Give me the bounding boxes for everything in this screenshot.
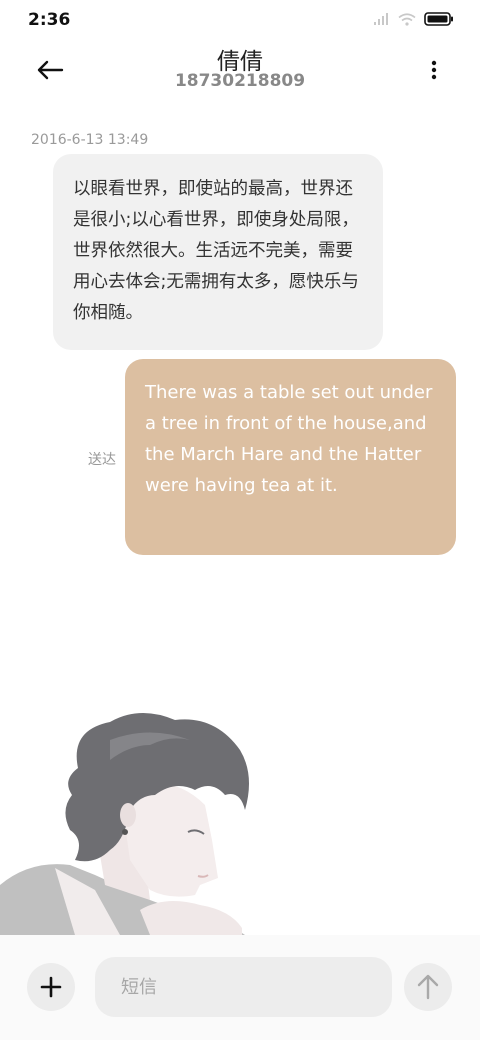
conversation-header: 倩倩 18730218809 [0,40,480,100]
message-timestamp: 2016-6-13 13:49 [31,132,149,148]
message-composer [0,935,480,1040]
incoming-message-bubble[interactable]: 以眼看世界，即使站的最高，世界还是很小;以心看世界，即使身处局限，世界依然很大。… [53,154,383,350]
send-button[interactable] [404,963,452,1011]
signal-icon [374,13,388,25]
plus-icon [40,976,62,998]
wallpaper-illustration [0,712,249,935]
more-vertical-icon [431,60,437,80]
battery-icon [424,12,453,26]
arrow-up-icon [417,974,439,1000]
chat-screen: 2:36 倩倩 18730218809 2016-6-13 13:49 以眼看世… [0,0,480,1040]
status-time: 2:36 [28,10,71,30]
delivery-status: 送达 [88,452,116,468]
more-options-button[interactable] [422,54,446,86]
message-input[interactable] [95,957,392,1017]
outgoing-message-bubble[interactable]: There was a table set out under a tree i… [125,359,456,555]
contact-number: 18730218809 [174,71,306,91]
status-icons [374,12,454,26]
add-attachment-button[interactable] [27,963,75,1011]
status-bar: 2:36 [0,0,480,40]
wifi-icon [398,12,416,26]
